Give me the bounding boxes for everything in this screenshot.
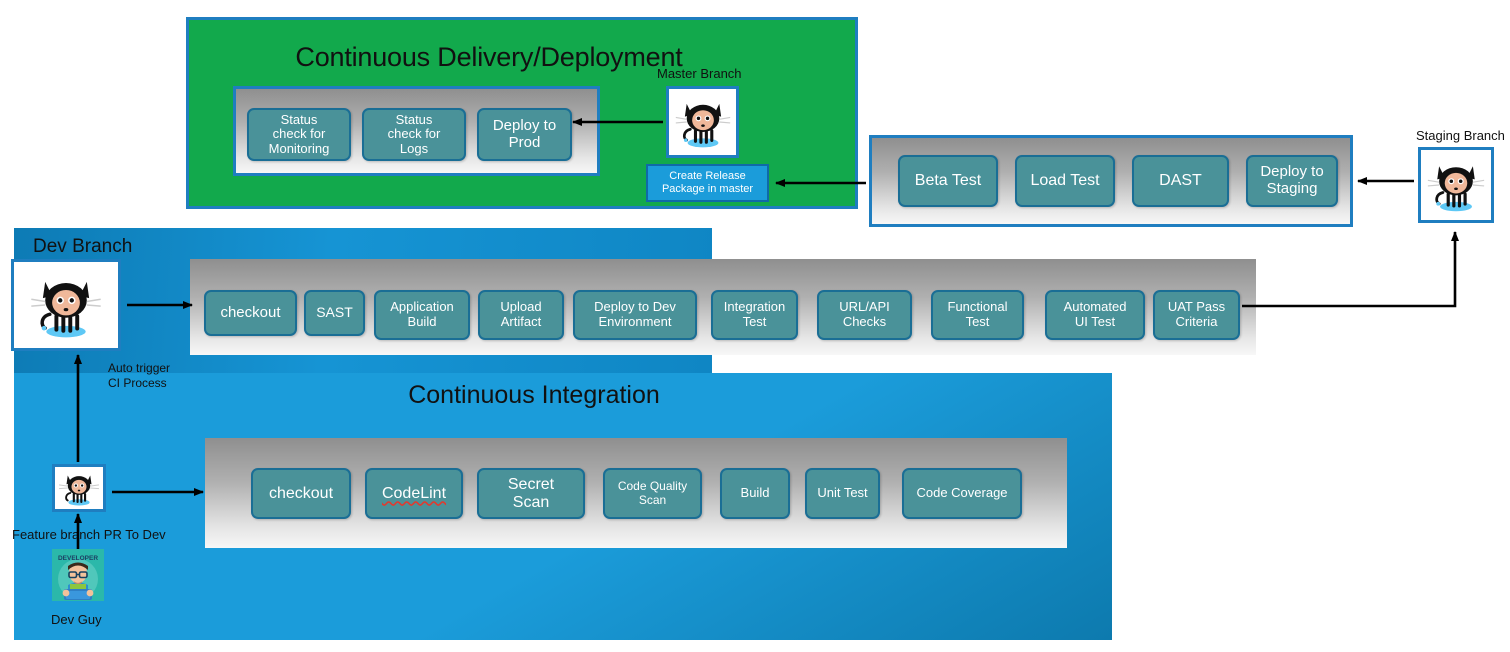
staging-branch-octocat-tile[interactable] bbox=[1418, 147, 1494, 223]
octocat-icon bbox=[31, 281, 101, 338]
stage-url-api-checks[interactable]: URL/API Checks bbox=[817, 290, 912, 340]
staging-branch-label: Staging Branch bbox=[1416, 128, 1505, 143]
stage-deploy-to-prod[interactable]: Deploy to Prod bbox=[477, 108, 572, 161]
octocat-icon bbox=[1427, 166, 1485, 212]
stage-integration-test[interactable]: Integration Test bbox=[711, 290, 798, 340]
stage-build[interactable]: Build bbox=[720, 468, 790, 519]
stage-secret-scan[interactable]: Secret Scan bbox=[477, 468, 585, 519]
stage-automated-ui-test[interactable]: Automated UI Test bbox=[1045, 290, 1145, 340]
dev-guy-label: Dev Guy bbox=[51, 612, 102, 627]
stage-dast[interactable]: DAST bbox=[1132, 155, 1229, 207]
feature-branch-octocat-tile[interactable] bbox=[52, 464, 106, 512]
octocat-icon bbox=[59, 475, 99, 506]
cicd-pipeline-diagram: Continuous Delivery/Deployment Status ch… bbox=[0, 0, 1510, 652]
stage-sast[interactable]: SAST bbox=[304, 290, 365, 336]
stage-application-build[interactable]: Application Build bbox=[374, 290, 470, 340]
octocat-icon bbox=[675, 103, 730, 148]
create-release-package-box[interactable]: Create Release Package in master bbox=[646, 164, 769, 202]
stage-codelint[interactable]: CodeLint bbox=[365, 468, 463, 519]
arrow-uat-to-staging-branch bbox=[1242, 231, 1459, 308]
stage-status-check-logs[interactable]: Status check for Logs bbox=[362, 108, 466, 161]
stage-beta-test[interactable]: Beta Test bbox=[898, 155, 998, 207]
stage-codelint-label: CodeLint bbox=[381, 484, 447, 502]
master-branch-octocat-tile[interactable] bbox=[666, 86, 739, 158]
stage-upload-artifact[interactable]: Upload Artifact bbox=[478, 290, 564, 340]
stage-load-test[interactable]: Load Test bbox=[1015, 155, 1115, 207]
master-branch-label: Master Branch bbox=[657, 66, 742, 81]
staging-stage-strip: Beta Test Load Test DAST Deploy to Stagi… bbox=[869, 135, 1353, 227]
feature-branch-pr-label: Feature branch PR To Dev bbox=[12, 527, 166, 542]
stage-code-quality-scan[interactable]: Code Quality Scan bbox=[603, 468, 702, 519]
stage-deploy-to-staging[interactable]: Deploy to Staging bbox=[1246, 155, 1338, 207]
stage-unit-test[interactable]: Unit Test bbox=[805, 468, 880, 519]
stage-dev-checkout[interactable]: checkout bbox=[204, 290, 297, 336]
dev-branch-title: Dev Branch bbox=[33, 236, 133, 257]
stage-deploy-to-dev-environment[interactable]: Deploy to Dev Environment bbox=[573, 290, 697, 340]
ci-stage-strip: checkout CodeLint Secret Scan Code Quali… bbox=[205, 438, 1067, 548]
svg-text:DEVELOPER: DEVELOPER bbox=[58, 555, 98, 562]
developer-avatar-icon: DEVELOPER bbox=[52, 549, 104, 601]
dev-branch-octocat-tile[interactable] bbox=[11, 259, 121, 351]
stage-uat-pass-criteria[interactable]: UAT Pass Criteria bbox=[1153, 290, 1240, 340]
dev-stage-strip: checkout SAST Application Build Upload A… bbox=[190, 259, 1256, 355]
stage-ci-checkout[interactable]: checkout bbox=[251, 468, 351, 519]
stage-status-check-monitoring[interactable]: Status check for Monitoring bbox=[247, 108, 351, 161]
cd-stage-strip: Status check for Monitoring Status check… bbox=[233, 86, 600, 176]
dev-guy-avatar[interactable]: DEVELOPER bbox=[52, 549, 104, 601]
auto-trigger-annotation: Auto trigger CI Process bbox=[108, 361, 171, 390]
stage-functional-test[interactable]: Functional Test bbox=[931, 290, 1024, 340]
stage-code-coverage[interactable]: Code Coverage bbox=[902, 468, 1022, 519]
